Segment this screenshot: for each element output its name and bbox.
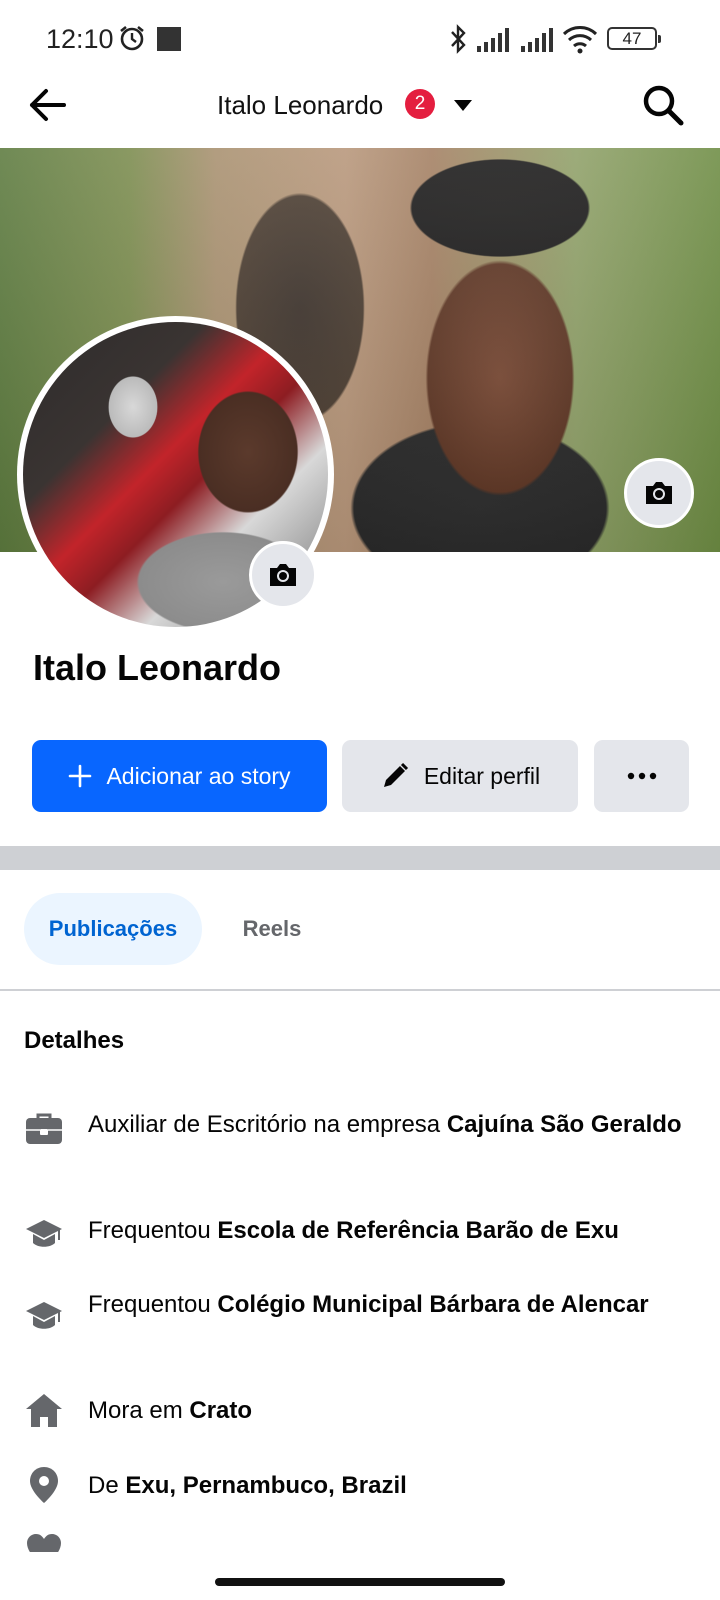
heart-icon — [27, 1534, 61, 1552]
detail-text: Frequentou Colégio Municipal Bárbara de … — [88, 1291, 649, 1318]
plus-icon — [69, 764, 92, 788]
header-profile-name[interactable]: Italo Leonardo — [217, 90, 383, 121]
briefcase-icon — [26, 1113, 62, 1144]
tab-reels[interactable]: Reels — [222, 893, 322, 965]
camera-icon — [270, 564, 296, 586]
tab-publicacoes[interactable]: Publicações — [24, 893, 202, 965]
graduation-cap-icon — [26, 1220, 62, 1247]
detail-item-relationship-partial — [24, 1530, 704, 1552]
notification-badge: 2 — [405, 89, 435, 119]
home-indicator[interactable] — [215, 1578, 505, 1586]
notification-square-icon — [157, 27, 181, 51]
pencil-icon — [383, 762, 408, 787]
edit-profile-label: Editar perfil — [423, 762, 541, 789]
details-heading: Detalhes — [24, 1027, 125, 1054]
status-bar: 12:10 47 — [0, 0, 720, 78]
wifi-icon — [562, 26, 598, 54]
back-arrow-icon[interactable] — [24, 82, 70, 128]
caret-down-icon[interactable] — [453, 98, 473, 112]
edit-profile-picture-button[interactable] — [249, 541, 317, 609]
alarm-icon — [120, 25, 144, 51]
top-bar: Italo Leonardo 2 — [0, 78, 720, 144]
location-pin-icon — [30, 1467, 58, 1503]
more-options-button[interactable] — [594, 740, 689, 812]
battery-indicator: 47 — [607, 27, 661, 50]
section-divider — [0, 846, 720, 870]
search-icon[interactable] — [640, 82, 686, 128]
camera-icon — [646, 482, 672, 504]
signal-icon — [521, 28, 553, 52]
detail-text: Frequentou Escola de Referência Barão de… — [88, 1217, 619, 1244]
add-to-story-button[interactable]: Adicionar ao story — [32, 740, 327, 812]
home-icon — [26, 1394, 62, 1427]
detail-text: Mora em Crato — [88, 1397, 253, 1424]
detail-text: Auxiliar de Escritório na empresa Cajuín… — [88, 1111, 682, 1138]
edit-cover-button[interactable] — [624, 458, 694, 528]
profile-name: Italo Leonardo — [33, 647, 282, 688]
add-to-story-label: Adicionar ao story — [106, 762, 291, 789]
detail-text: De Exu, Pernambuco, Brazil — [88, 1472, 407, 1499]
tabs-divider — [0, 989, 720, 991]
bluetooth-icon — [451, 24, 466, 54]
bottom-area — [0, 1552, 720, 1600]
graduation-cap-icon — [26, 1302, 62, 1329]
edit-profile-button[interactable]: Editar perfil — [342, 740, 578, 812]
more-dots-icon — [627, 772, 656, 780]
status-time: 12:10 — [46, 24, 114, 54]
signal-icon — [477, 28, 509, 52]
